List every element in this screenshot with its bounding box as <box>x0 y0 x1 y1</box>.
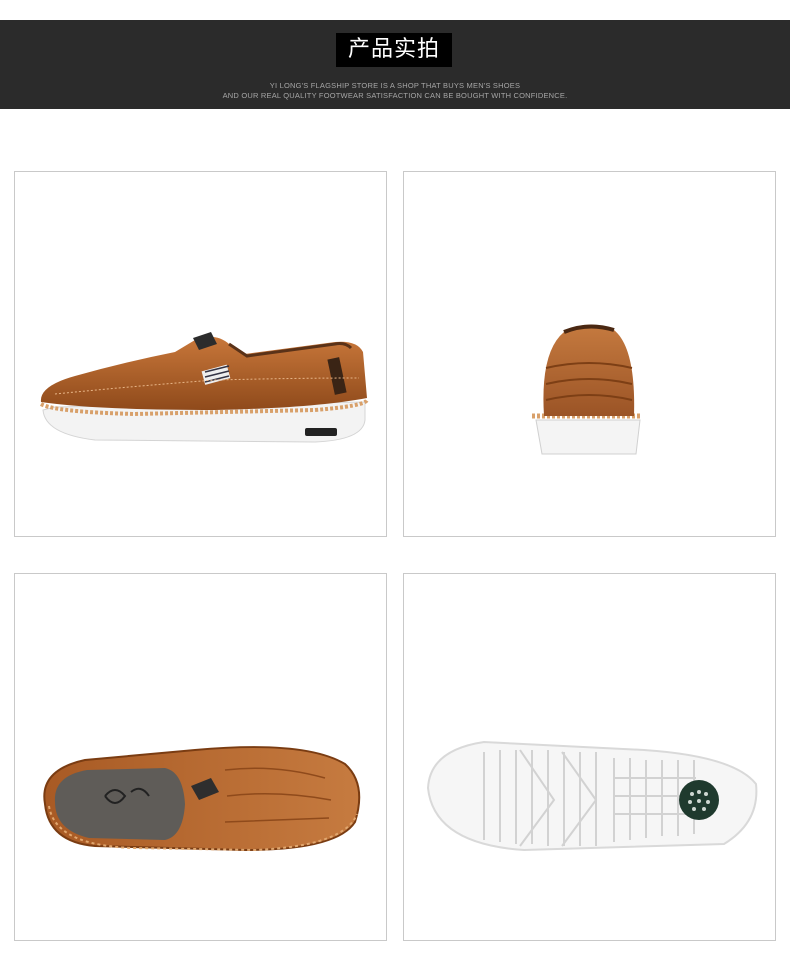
product-photo-sole[interactable] <box>403 573 776 941</box>
product-photo-back[interactable] <box>403 171 776 537</box>
shoe-sole-view-image <box>426 740 758 852</box>
shoe-back-view-image <box>532 324 642 455</box>
header-banner: 产品实拍 YI LONG'S FLAGSHIP STORE IS A SHOP … <box>0 20 790 109</box>
tagline-line-2: AND OUR REAL QUALITY FOOTWEAR SATISFACTI… <box>222 91 568 100</box>
product-photo-top[interactable] <box>14 573 387 941</box>
section-title: 产品实拍 <box>336 33 452 67</box>
tagline-line-1: YI LONG'S FLAGSHIP STORE IS A SHOP THAT … <box>269 81 521 90</box>
shoe-top-view-image <box>43 746 361 852</box>
shoe-side-view-image <box>40 332 369 443</box>
product-photo-side[interactable] <box>14 171 387 537</box>
